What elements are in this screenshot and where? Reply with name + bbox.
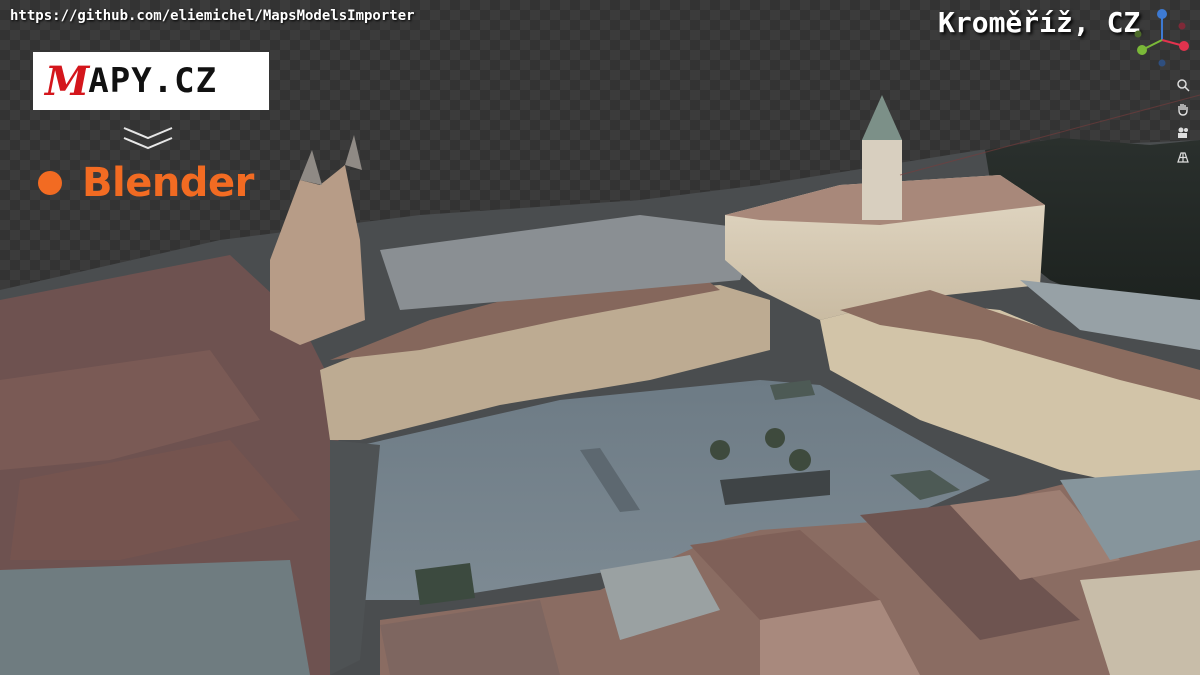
bullet-dot-icon (38, 171, 62, 195)
gizmo-y-axis (1137, 45, 1147, 55)
navigation-gizmo[interactable] (1132, 6, 1192, 68)
pan-hand-icon[interactable] (1174, 100, 1192, 118)
chevron-down-icon (123, 127, 173, 150)
camera-icon[interactable] (1174, 124, 1192, 142)
mapy-cz-logo: M APY.CZ (33, 52, 269, 110)
mapy-logo-initial: M (45, 57, 89, 105)
repository-url-label: https://github.com/eliemichel/MapsModels… (10, 8, 415, 24)
gizmo-z-axis (1157, 9, 1167, 19)
location-title: Kroměříž, CZ (938, 6, 1141, 39)
grid-icon[interactable] (1174, 148, 1192, 166)
gizmo-x-axis (1179, 41, 1189, 51)
blender-text: Blender (82, 160, 254, 206)
blender-label: Blender (38, 160, 254, 206)
church (270, 165, 365, 345)
zoom-icon[interactable] (1174, 76, 1192, 94)
mapy-logo-text: APY.CZ (88, 61, 218, 101)
